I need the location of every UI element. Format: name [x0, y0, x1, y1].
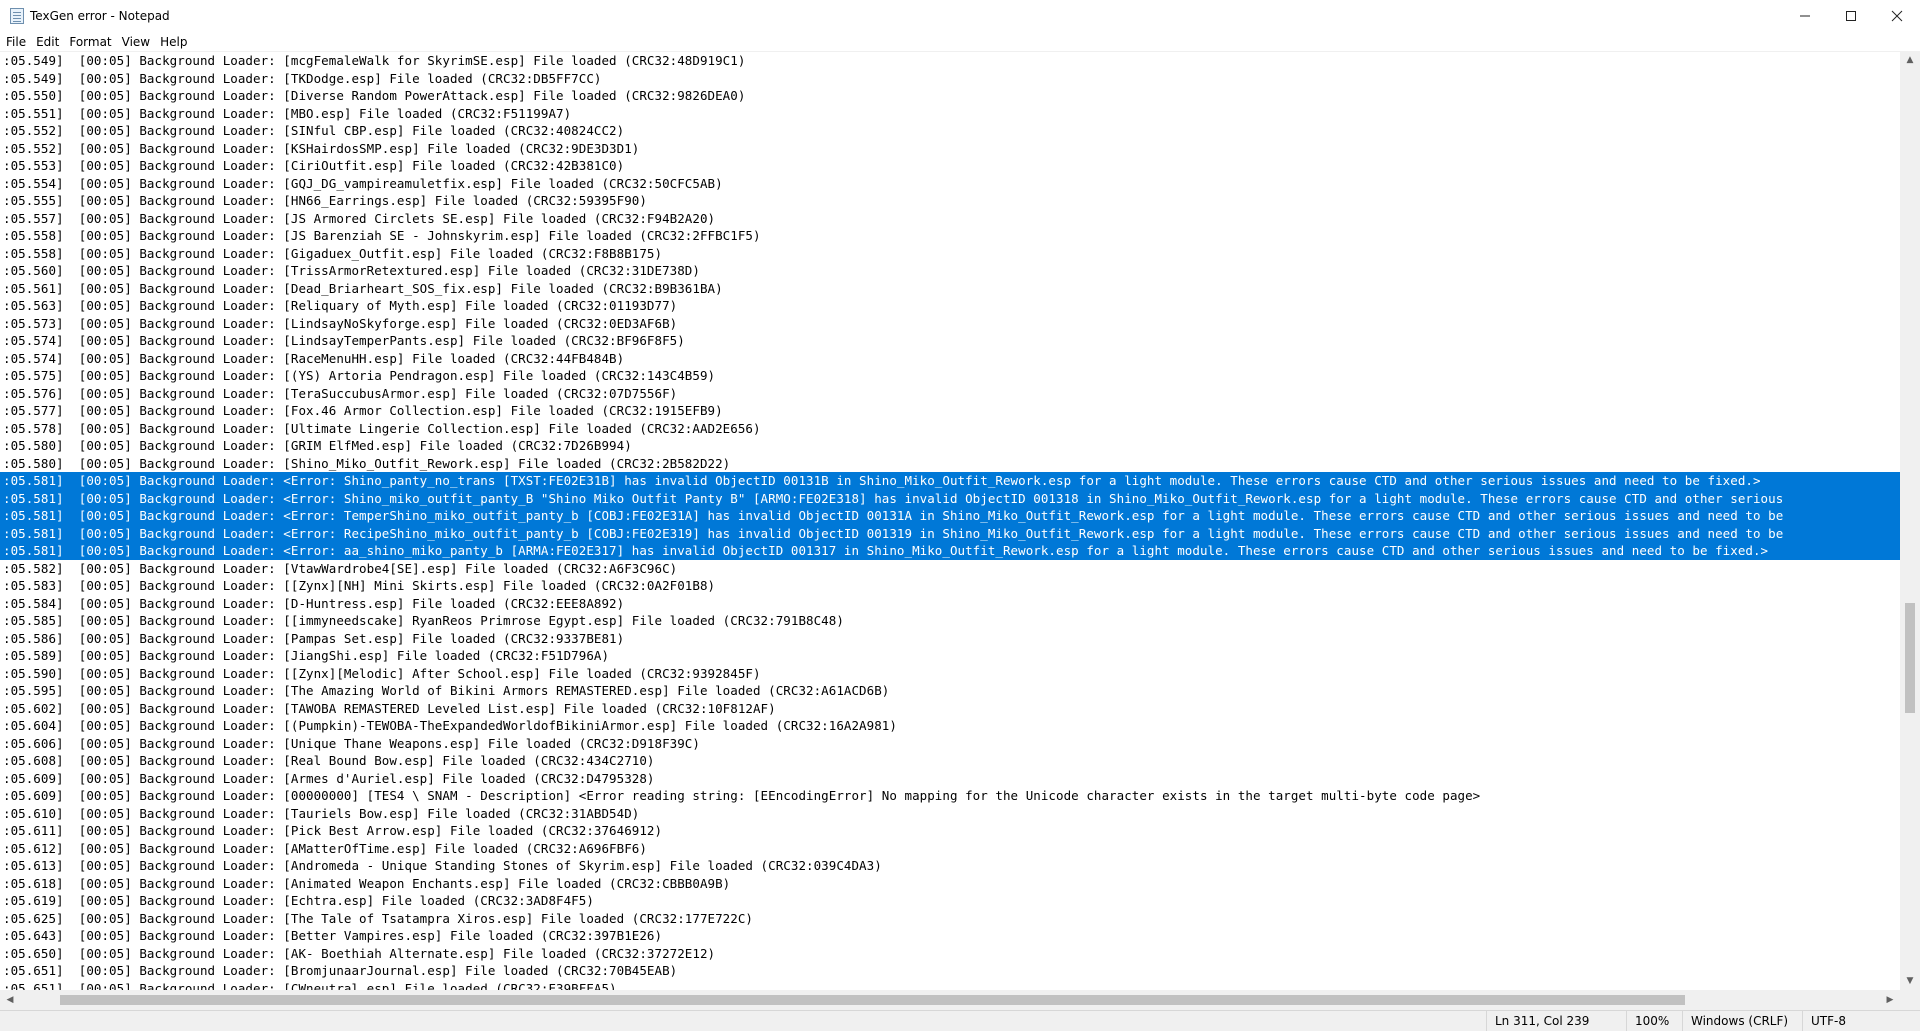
vertical-scrollbar[interactable]: ▲ ▼ [1900, 51, 1920, 990]
log-line[interactable]: :05.551] [00:05] Background Loader: [MBO… [0, 105, 1900, 123]
line-ending: Windows (CRLF) [1682, 1011, 1802, 1031]
log-line[interactable]: :05.549] [00:05] Background Loader: [mcg… [0, 52, 1900, 70]
log-line[interactable]: :05.554] [00:05] Background Loader: [GQJ… [0, 175, 1900, 193]
log-line[interactable]: :05.577] [00:05] Background Loader: [Fox… [0, 402, 1900, 420]
zoom-level: 100% [1626, 1011, 1682, 1031]
log-line[interactable]: :05.618] [00:05] Background Loader: [Ani… [0, 875, 1900, 893]
scroll-right-arrow-icon[interactable]: ▶ [1880, 990, 1900, 1010]
log-line[interactable]: :05.619] [00:05] Background Loader: [Ech… [0, 892, 1900, 910]
log-line[interactable]: :05.575] [00:05] Background Loader: [(YS… [0, 367, 1900, 385]
log-line[interactable]: :05.557] [00:05] Background Loader: [JS … [0, 210, 1900, 228]
maximize-icon [1846, 11, 1856, 21]
log-line[interactable]: :05.606] [00:05] Background Loader: [Uni… [0, 735, 1900, 753]
selected-log-line[interactable]: :05.581] [00:05] Background Loader: <Err… [0, 472, 1900, 490]
log-line[interactable]: :05.609] [00:05] Background Loader: [Arm… [0, 770, 1900, 788]
menu-file[interactable]: File [2, 35, 30, 49]
log-line[interactable]: :05.602] [00:05] Background Loader: [TAW… [0, 700, 1900, 718]
log-line[interactable]: :05.550] [00:05] Background Loader: [Div… [0, 87, 1900, 105]
log-line[interactable]: :05.651] [00:05] Background Loader: [Bro… [0, 962, 1900, 980]
log-line[interactable]: :05.610] [00:05] Background Loader: [Tau… [0, 805, 1900, 823]
minimize-button[interactable] [1782, 0, 1828, 32]
log-line[interactable]: :05.612] [00:05] Background Loader: [AMa… [0, 840, 1900, 858]
notepad-icon [10, 8, 24, 24]
log-line[interactable]: :05.595] [00:05] Background Loader: [The… [0, 682, 1900, 700]
close-button[interactable] [1874, 0, 1920, 32]
text-editor[interactable]: :05.549] [00:05] Background Loader: [mcg… [0, 51, 1900, 991]
log-line[interactable]: :05.625] [00:05] Background Loader: [The… [0, 910, 1900, 928]
horizontal-scrollbar[interactable]: ◀ ▶ [0, 990, 1900, 1010]
log-line[interactable]: :05.584] [00:05] Background Loader: [D-H… [0, 595, 1900, 613]
cursor-position: Ln 311, Col 239 [1486, 1011, 1626, 1031]
scroll-down-arrow-icon[interactable]: ▼ [1900, 972, 1920, 990]
log-line[interactable]: :05.580] [00:05] Background Loader: [Shi… [0, 455, 1900, 473]
maximize-button[interactable] [1828, 0, 1874, 32]
selected-log-line[interactable]: :05.581] [00:05] Background Loader: <Err… [0, 507, 1900, 525]
scroll-up-arrow-icon[interactable]: ▲ [1900, 51, 1920, 69]
menu-format[interactable]: Format [65, 35, 115, 49]
selected-log-line[interactable]: :05.581] [00:05] Background Loader: <Err… [0, 524, 1900, 542]
title-bar: TexGen error - Notepad [0, 0, 1920, 32]
encoding: UTF-8 [1802, 1011, 1920, 1031]
scroll-left-arrow-icon[interactable]: ◀ [0, 990, 20, 1010]
vertical-scroll-thumb[interactable] [1905, 603, 1915, 713]
log-line[interactable]: :05.552] [00:05] Background Loader: [SIN… [0, 122, 1900, 140]
log-line[interactable]: :05.604] [00:05] Background Loader: [(Pu… [0, 717, 1900, 735]
close-icon [1891, 10, 1903, 22]
menu-bar: File Edit Format View Help [0, 32, 1920, 51]
selected-log-line[interactable]: :05.581] [00:05] Background Loader: <Err… [0, 489, 1900, 507]
status-bar: Ln 311, Col 239 100% Windows (CRLF) UTF-… [0, 1010, 1920, 1031]
log-line[interactable]: :05.650] [00:05] Background Loader: [AK-… [0, 945, 1900, 963]
log-line[interactable]: :05.563] [00:05] Background Loader: [Rel… [0, 297, 1900, 315]
log-line[interactable]: :05.561] [00:05] Background Loader: [Dea… [0, 280, 1900, 298]
log-line[interactable]: :05.589] [00:05] Background Loader: [Jia… [0, 647, 1900, 665]
menu-view[interactable]: View [118, 35, 154, 49]
scrollbar-corner [1900, 990, 1920, 1010]
log-line[interactable]: :05.574] [00:05] Background Loader: [Lin… [0, 332, 1900, 350]
log-line[interactable]: :05.611] [00:05] Background Loader: [Pic… [0, 822, 1900, 840]
log-line[interactable]: :05.558] [00:05] Background Loader: [Gig… [0, 245, 1900, 263]
log-line[interactable]: :05.553] [00:05] Background Loader: [Cir… [0, 157, 1900, 175]
window-controls [1782, 0, 1920, 32]
horizontal-scroll-thumb[interactable] [60, 995, 1685, 1005]
menu-edit[interactable]: Edit [32, 35, 63, 49]
log-line[interactable]: :05.590] [00:05] Background Loader: [[Zy… [0, 665, 1900, 683]
log-line[interactable]: :05.552] [00:05] Background Loader: [KSH… [0, 140, 1900, 158]
selected-log-line[interactable]: :05.581] [00:05] Background Loader: <Err… [0, 542, 1900, 560]
log-line[interactable]: :05.576] [00:05] Background Loader: [Ter… [0, 385, 1900, 403]
log-line[interactable]: :05.582] [00:05] Background Loader: [Vta… [0, 560, 1900, 578]
log-line[interactable]: :05.583] [00:05] Background Loader: [[Zy… [0, 577, 1900, 595]
log-line[interactable]: :05.560] [00:05] Background Loader: [Tri… [0, 262, 1900, 280]
log-line[interactable]: :05.643] [00:05] Background Loader: [Bet… [0, 927, 1900, 945]
log-line[interactable]: :05.574] [00:05] Background Loader: [Rac… [0, 350, 1900, 368]
log-line[interactable]: :05.549] [00:05] Background Loader: [TKD… [0, 70, 1900, 88]
log-line[interactable]: :05.586] [00:05] Background Loader: [Pam… [0, 630, 1900, 648]
log-line[interactable]: :05.558] [00:05] Background Loader: [JS … [0, 227, 1900, 245]
log-line[interactable]: :05.613] [00:05] Background Loader: [And… [0, 857, 1900, 875]
log-line[interactable]: :05.573] [00:05] Background Loader: [Lin… [0, 315, 1900, 333]
log-line[interactable]: :05.578] [00:05] Background Loader: [Ult… [0, 420, 1900, 438]
log-line[interactable]: :05.609] [00:05] Background Loader: [000… [0, 787, 1900, 805]
log-line[interactable]: :05.608] [00:05] Background Loader: [Rea… [0, 752, 1900, 770]
minimize-icon [1800, 15, 1810, 17]
window-title: TexGen error - Notepad [30, 9, 170, 23]
menu-help[interactable]: Help [156, 35, 191, 49]
log-line[interactable]: :05.585] [00:05] Background Loader: [[im… [0, 612, 1900, 630]
log-line[interactable]: :05.555] [00:05] Background Loader: [HN6… [0, 192, 1900, 210]
log-line[interactable]: :05.580] [00:05] Background Loader: [GRI… [0, 437, 1900, 455]
